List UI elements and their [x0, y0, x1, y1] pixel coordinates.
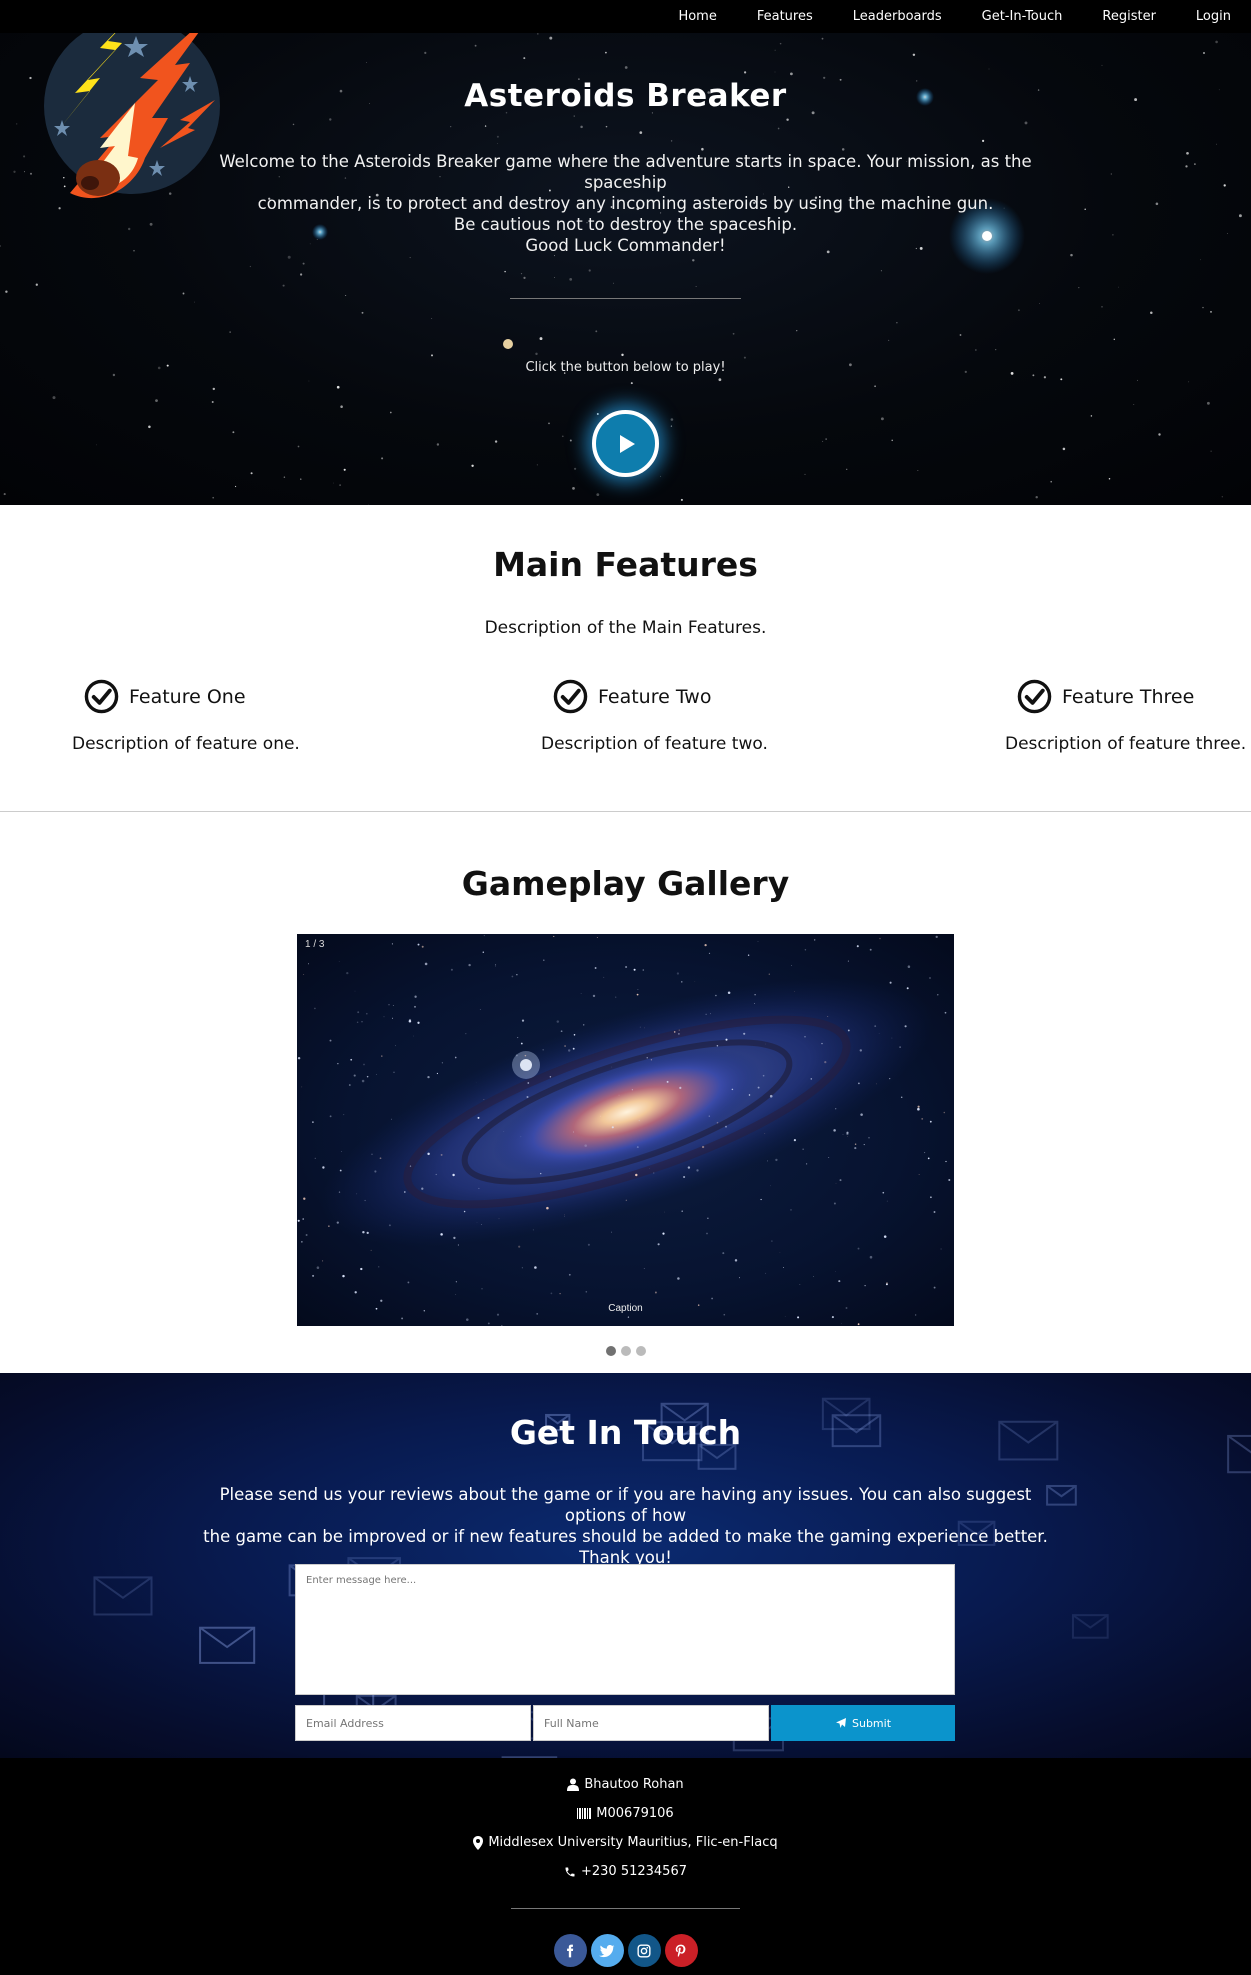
social-links: [0, 1934, 1251, 1967]
hero-line: Good Luck Commander!: [200, 235, 1051, 256]
footer-student-id: M00679106: [596, 1806, 673, 1821]
slide-dot[interactable]: [621, 1346, 631, 1356]
slide-number: 1 / 3: [305, 939, 324, 950]
hero-title: Asteroids Breaker: [0, 78, 1251, 114]
email-field[interactable]: [295, 1705, 531, 1741]
play-hint: Click the button below to play!: [0, 360, 1251, 375]
feature-card: Feature One Description of feature one.: [72, 679, 300, 754]
footer-name-row: Bhautoo Rohan: [0, 1777, 1251, 1792]
gallery-slide[interactable]: 1 / 3 Caption: [297, 934, 954, 1326]
feature-name: Feature Two: [598, 686, 711, 708]
barcode-icon: [577, 1808, 591, 1819]
footer-name: Bhautoo Rohan: [584, 1777, 683, 1792]
nav-get-in-touch[interactable]: Get-In-Touch: [982, 9, 1063, 24]
contact-line: the game can be improved or if new featu…: [190, 1526, 1061, 1547]
message-textarea[interactable]: [295, 1564, 955, 1695]
contact-title: Get In Touch: [0, 1413, 1251, 1452]
footer: Bhautoo Rohan M00679106 Middlesex Univer…: [0, 1758, 1251, 1975]
gallery-title: Gameplay Gallery: [0, 864, 1251, 903]
hero-divider: [510, 298, 741, 299]
twitter-icon[interactable]: [591, 1934, 624, 1967]
slide-indicators: [0, 1346, 1251, 1356]
footer-divider: [511, 1908, 740, 1909]
hero-line: Welcome to the Asteroids Breaker game wh…: [200, 151, 1051, 193]
contact-line: Please send us your reviews about the ga…: [190, 1484, 1061, 1526]
hero-intro: Welcome to the Asteroids Breaker game wh…: [200, 151, 1051, 256]
check-circle-icon: [553, 679, 588, 714]
hero-section: Asteroids Breaker Welcome to the Asteroi…: [0, 0, 1251, 505]
instagram-icon[interactable]: [628, 1934, 661, 1967]
features-description: Description of the Main Features.: [0, 618, 1251, 638]
submit-label: Submit: [852, 1717, 891, 1730]
top-nav: Home Features Leaderboards Get-In-Touch …: [0, 0, 1251, 33]
features-title: Main Features: [0, 545, 1251, 584]
footer-phone: +230 51234567: [581, 1864, 687, 1879]
feature-name: Feature Three: [1062, 686, 1194, 708]
paper-plane-icon: [835, 1717, 847, 1729]
feature-card: Feature Three Description of feature thr…: [1005, 679, 1246, 754]
footer-phone-row: +230 51234567: [0, 1864, 1251, 1879]
feature-card: Feature Two Description of feature two.: [541, 679, 768, 754]
feature-description: Description of feature three.: [1005, 734, 1246, 754]
nav-login[interactable]: Login: [1196, 9, 1231, 24]
nav-home[interactable]: Home: [678, 9, 716, 24]
feature-description: Description of feature two.: [541, 734, 768, 754]
contact-description: Please send us your reviews about the ga…: [190, 1484, 1061, 1568]
footer-location-row: Middlesex University Mauritius, Flic-en-…: [0, 1835, 1251, 1850]
feature-name: Feature One: [129, 686, 246, 708]
facebook-icon[interactable]: [554, 1934, 587, 1967]
check-circle-icon: [84, 679, 119, 714]
submit-button[interactable]: Submit: [771, 1705, 955, 1741]
galaxy-image: [297, 934, 954, 1326]
nav-register[interactable]: Register: [1102, 9, 1156, 24]
play-icon: [614, 432, 638, 456]
hero-line: Be cautious not to destroy the spaceship…: [200, 214, 1051, 235]
play-button[interactable]: [592, 410, 659, 477]
check-circle-icon: [1017, 679, 1052, 714]
pinterest-icon[interactable]: [665, 1934, 698, 1967]
full-name-field[interactable]: [533, 1705, 769, 1741]
nav-leaderboards[interactable]: Leaderboards: [853, 9, 942, 24]
map-marker-icon: [473, 1836, 483, 1850]
slide-dot[interactable]: [606, 1346, 616, 1356]
phone-icon: [564, 1866, 576, 1878]
contact-section: Get In Touch Please send us your reviews…: [0, 1373, 1251, 1758]
gallery-section: Gameplay Gallery: [0, 812, 1251, 1373]
slide-dot[interactable]: [636, 1346, 646, 1356]
hero-line: commander, is to protect and destroy any…: [200, 193, 1051, 214]
user-icon: [567, 1778, 579, 1791]
nav-features[interactable]: Features: [757, 9, 813, 24]
footer-location: Middlesex University Mauritius, Flic-en-…: [488, 1835, 777, 1850]
features-section: Main Features Description of the Main Fe…: [0, 505, 1251, 811]
slide-caption: Caption: [297, 1303, 954, 1314]
footer-id-row: M00679106: [0, 1806, 1251, 1821]
feature-description: Description of feature one.: [72, 734, 300, 754]
